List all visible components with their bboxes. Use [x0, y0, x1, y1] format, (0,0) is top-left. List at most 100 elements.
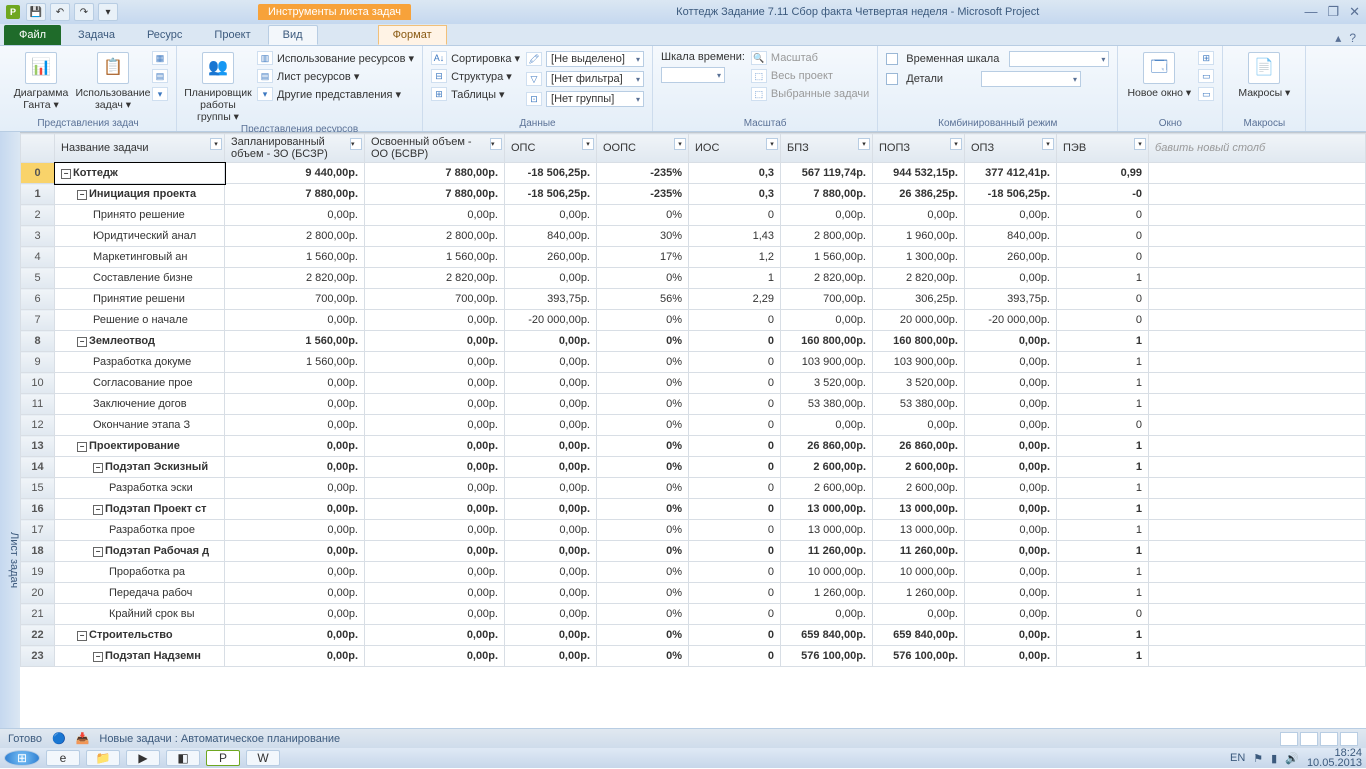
cell[interactable] — [1149, 226, 1366, 247]
tray-flag-icon[interactable]: ⚑ — [1253, 752, 1263, 765]
gantt-chart-button[interactable]: 📊Диаграмма Ганта ▾ — [8, 50, 74, 111]
cell[interactable]: 10 000,00р. — [781, 562, 873, 583]
filter-dropdown[interactable]: ▽[Нет фильтра] — [526, 70, 644, 88]
col-tcpi[interactable]: ПЭВ▾ — [1057, 134, 1149, 163]
cell[interactable] — [1149, 520, 1366, 541]
cell[interactable]: 0,00р. — [225, 583, 365, 604]
cell[interactable]: -18 506,25р. — [965, 184, 1057, 205]
cell[interactable]: 0% — [597, 646, 689, 667]
cell[interactable]: 7 880,00р. — [365, 163, 505, 184]
cell[interactable]: 0,00р. — [505, 646, 597, 667]
cell[interactable] — [1149, 436, 1366, 457]
row-number[interactable]: 2 — [21, 205, 55, 226]
cell[interactable]: 1 — [1057, 646, 1149, 667]
cell[interactable]: 0,00р. — [505, 352, 597, 373]
task-name-cell[interactable]: −Подэтап Проект ст — [55, 499, 225, 520]
highlight-filter[interactable]: 🖍[Не выделено] — [526, 50, 644, 68]
cell[interactable]: 567 119,74р. — [781, 163, 873, 184]
task-name-cell[interactable]: −Строительство — [55, 625, 225, 646]
row-number[interactable]: 18 — [21, 541, 55, 562]
cell[interactable]: 393,75р. — [505, 289, 597, 310]
cell[interactable]: 0,00р. — [365, 520, 505, 541]
cell[interactable]: 0,3 — [689, 163, 781, 184]
cell[interactable]: 0,00р. — [225, 499, 365, 520]
row-number[interactable]: 15 — [21, 478, 55, 499]
cell[interactable]: 1 — [1057, 436, 1149, 457]
row-number[interactable]: 20 — [21, 583, 55, 604]
taskbar-project[interactable]: P — [206, 750, 240, 766]
cell[interactable]: 659 840,00р. — [873, 625, 965, 646]
cell[interactable]: 0% — [597, 415, 689, 436]
cell[interactable]: 0,00р. — [873, 205, 965, 226]
cell[interactable]: 0,00р. — [965, 541, 1057, 562]
cell[interactable]: 0,00р. — [365, 331, 505, 352]
row-number[interactable]: 23 — [21, 646, 55, 667]
cell[interactable]: 1 — [1057, 583, 1149, 604]
cell[interactable]: 0,00р. — [365, 562, 505, 583]
tab-file[interactable]: Файл — [4, 25, 61, 45]
network-diagram-button[interactable]: ▦ — [152, 50, 168, 66]
cell[interactable]: 2 820,00р. — [225, 268, 365, 289]
col-earned-value[interactable]: Освоенный объем -ОО (БСВР)▾ — [365, 134, 505, 163]
cell[interactable]: 0,00р. — [505, 268, 597, 289]
row-number[interactable]: 22 — [21, 625, 55, 646]
cell[interactable]: 0,3 — [689, 184, 781, 205]
cell[interactable] — [1149, 352, 1366, 373]
cell[interactable]: 0,00р. — [225, 394, 365, 415]
tab-view[interactable]: Вид — [268, 25, 318, 45]
cell[interactable]: 2 800,00р. — [225, 226, 365, 247]
cell[interactable]: 0,00р. — [365, 310, 505, 331]
cell[interactable]: 0,00р. — [225, 457, 365, 478]
timeline-checkbox[interactable]: Временная шкала — [886, 50, 1109, 68]
cell[interactable]: 2 800,00р. — [781, 226, 873, 247]
tab-task[interactable]: Задача — [63, 25, 130, 45]
row-number[interactable]: 0 — [21, 163, 55, 184]
data-grid[interactable]: Название задачи▾ Запланированныйобъем - … — [20, 132, 1366, 728]
arrange-all-button[interactable]: ▭ — [1198, 68, 1214, 84]
cell[interactable]: 1 260,00р. — [781, 583, 873, 604]
sort-button[interactable]: A↓Сортировка ▾ — [431, 50, 520, 66]
task-name-cell[interactable]: −Землеотвод — [55, 331, 225, 352]
cell[interactable]: 1 — [1057, 268, 1149, 289]
cell[interactable]: 0 — [689, 331, 781, 352]
cell[interactable]: 1,2 — [689, 247, 781, 268]
cell[interactable]: 0,00р. — [873, 604, 965, 625]
cell[interactable]: 0,00р. — [225, 373, 365, 394]
table-row[interactable]: 12Окончание этапа З0,00р.0,00р.0,00р.0%0… — [21, 415, 1366, 436]
cell[interactable]: 2 600,00р. — [781, 457, 873, 478]
cell[interactable]: -20 000,00р. — [505, 310, 597, 331]
cell[interactable]: 0,00р. — [505, 415, 597, 436]
tray-network-icon[interactable]: ▮ — [1271, 752, 1277, 765]
tables-button[interactable]: ⊞Таблицы ▾ — [431, 86, 520, 102]
cell[interactable]: -18 506,25р. — [505, 184, 597, 205]
cell[interactable] — [1149, 373, 1366, 394]
cell[interactable]: 377 412,41р. — [965, 163, 1057, 184]
timescale-dropdown[interactable] — [661, 66, 745, 84]
tab-resource[interactable]: Ресурс — [132, 25, 197, 45]
cell[interactable]: 0 — [689, 520, 781, 541]
cell[interactable]: 0,00р. — [225, 436, 365, 457]
cell[interactable]: 0,00р. — [965, 646, 1057, 667]
status-new-tasks-icon[interactable]: 📥 — [76, 732, 90, 745]
row-number[interactable]: 4 — [21, 247, 55, 268]
col-spi[interactable]: ИОС▾ — [689, 134, 781, 163]
cell[interactable]: 576 100,00р. — [781, 646, 873, 667]
table-row[interactable]: 23−Подэтап Надземн0,00р.0,00р.0,00р.0%05… — [21, 646, 1366, 667]
cell[interactable]: 1 300,00р. — [873, 247, 965, 268]
cell[interactable]: 11 260,00р. — [781, 541, 873, 562]
cell[interactable]: 0,00р. — [965, 625, 1057, 646]
row-number[interactable]: 11 — [21, 394, 55, 415]
cell[interactable]: 0,99 — [1057, 163, 1149, 184]
cell[interactable]: 260,00р. — [965, 247, 1057, 268]
cell[interactable] — [1149, 331, 1366, 352]
cell[interactable]: 0 — [1057, 415, 1149, 436]
cell[interactable]: 659 840,00р. — [781, 625, 873, 646]
cell[interactable]: 1 — [1057, 541, 1149, 562]
task-name-cell[interactable]: −Коттедж — [55, 163, 225, 184]
task-name-cell[interactable]: Разработка прое — [55, 520, 225, 541]
cell[interactable]: 0 — [689, 436, 781, 457]
cell[interactable]: 0,00р. — [225, 310, 365, 331]
cell[interactable]: 1 — [689, 268, 781, 289]
table-row[interactable]: 3Юридтический анал2 800,00р.2 800,00р.84… — [21, 226, 1366, 247]
cell[interactable]: 13 000,00р. — [781, 499, 873, 520]
